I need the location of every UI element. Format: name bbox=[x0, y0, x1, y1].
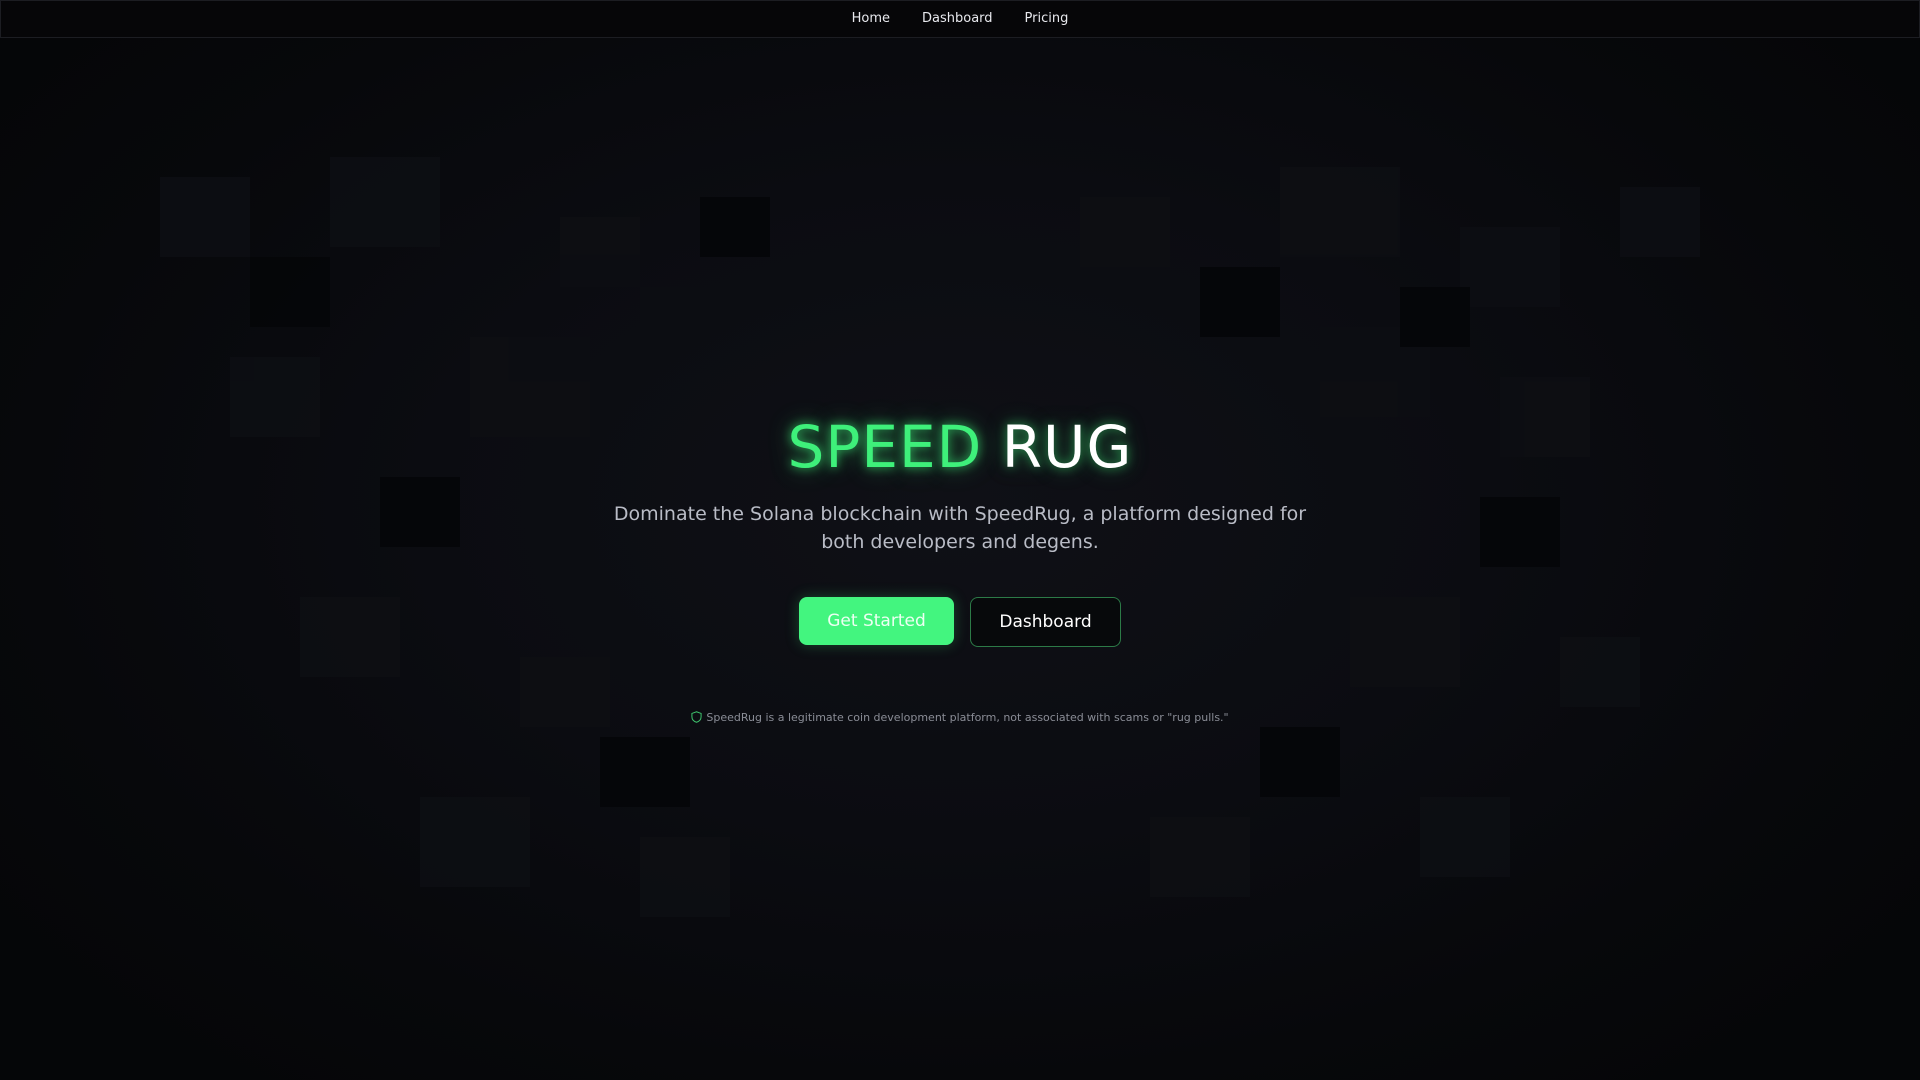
hero-subtitle: Dominate the Solana blockchain with Spee… bbox=[613, 503, 1307, 553]
top-navbar: Home Dashboard Pricing bbox=[0, 0, 1920, 38]
nav-link-pricing[interactable]: Pricing bbox=[1009, 1, 1085, 37]
hero-title-accent: SPEED bbox=[787, 413, 983, 481]
hero-section: SPEED RUG Dominate the Solana blockchain… bbox=[0, 0, 1920, 1080]
shield-icon bbox=[691, 710, 702, 723]
nav-link-home[interactable]: Home bbox=[836, 1, 906, 37]
dashboard-button[interactable]: Dashboard bbox=[970, 597, 1121, 647]
landing-page: Home Dashboard Pricing SPEED RUG Dominat… bbox=[0, 0, 1920, 1080]
disclaimer: SpeedRug is a legitimate coin developmen… bbox=[0, 710, 1920, 726]
get-started-button[interactable]: Get Started bbox=[799, 597, 954, 645]
disclaimer-text: SpeedRug is a legitimate coin developmen… bbox=[706, 711, 1229, 724]
nav-link-dashboard[interactable]: Dashboard bbox=[906, 1, 1009, 37]
hero-title: SPEED RUG bbox=[0, 412, 1920, 482]
hero-title-rest: RUG bbox=[1001, 413, 1133, 481]
